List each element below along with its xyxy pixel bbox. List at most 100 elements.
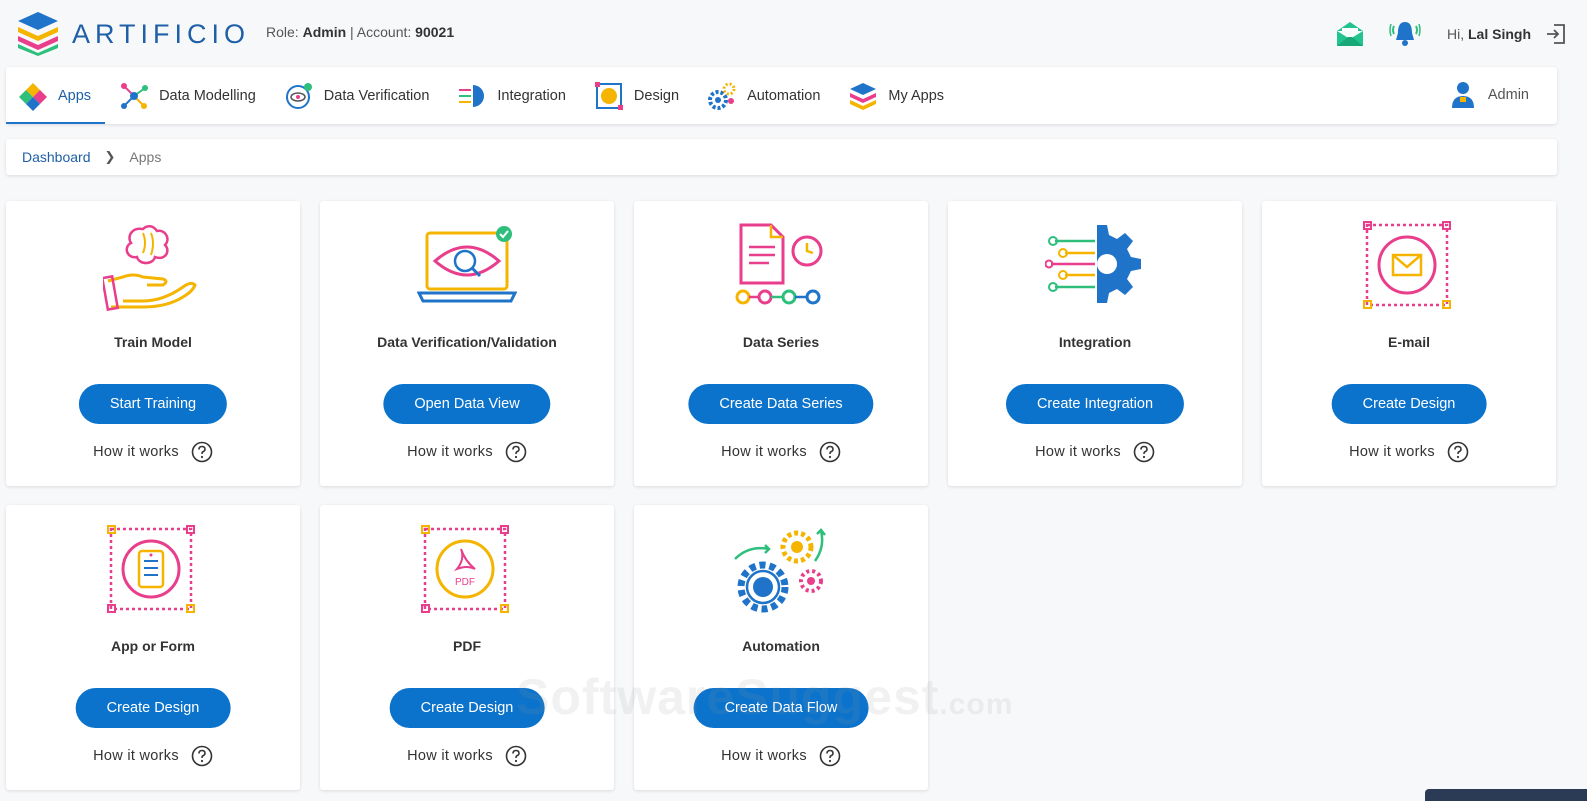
nav-item-integration[interactable]: Integration	[443, 67, 580, 124]
svg-text:PDF: PDF	[455, 577, 475, 588]
account-label: Account:	[356, 24, 412, 40]
app-card-email: E-mail Create Design How it works	[1262, 201, 1556, 486]
top-right-actions: Hi, Lal Singh	[1335, 18, 1567, 50]
card-title: E-mail	[1387, 334, 1430, 350]
admin-user-icon	[1451, 82, 1474, 108]
breadcrumb-dashboard[interactable]: Dashboard	[22, 149, 91, 165]
logout-icon[interactable]	[1545, 23, 1567, 45]
mail-icon[interactable]	[1335, 19, 1365, 49]
nav-label: Automation	[747, 87, 821, 104]
greeting-prefix: Hi,	[1446, 26, 1465, 42]
pdf-frame-icon: PDF	[421, 525, 509, 613]
how-it-works-link[interactable]: How it works	[1349, 444, 1435, 460]
how-it-works-row: How it works	[634, 441, 928, 463]
question-circle-icon[interactable]	[191, 745, 213, 767]
app-card-data-verification: Data Verification/Validation Open Data V…	[320, 201, 614, 486]
how-it-works-row: How it works	[320, 441, 614, 463]
apps-icon	[19, 82, 47, 111]
layers-logo-icon	[18, 12, 58, 56]
admin-label: Admin	[1487, 87, 1529, 103]
create-design-button[interactable]: Create Design	[389, 688, 545, 728]
account-value: 90021	[415, 24, 455, 40]
how-it-works-link[interactable]: How it works	[93, 444, 179, 460]
watermark-suffix: .com	[939, 688, 1014, 721]
data-verification-icon	[285, 82, 312, 109]
nav-label: Data Verification	[323, 87, 430, 104]
my-apps-icon	[850, 82, 877, 110]
role-value: Admin	[302, 24, 347, 40]
how-it-works-row: How it works	[6, 745, 300, 767]
role-account-info: Role: Admin | Account: 90021	[266, 24, 454, 40]
how-it-works-link[interactable]: How it works	[721, 748, 807, 764]
app-card-app-or-form: App or Form Create Design How it works	[6, 505, 300, 790]
how-it-works-row: How it works	[948, 441, 1242, 463]
app-card-automation: Automation Create Data Flow How it works	[634, 505, 928, 790]
how-it-works-link[interactable]: How it works	[93, 748, 179, 764]
nav-label: Data Modelling	[159, 87, 256, 104]
nav-item-apps[interactable]: Apps	[6, 67, 106, 124]
form-frame-icon	[107, 525, 195, 613]
question-circle-icon[interactable]	[1447, 441, 1469, 463]
start-training-button[interactable]: Start Training	[78, 384, 228, 424]
data-modelling-icon	[121, 82, 149, 109]
question-circle-icon[interactable]	[819, 441, 841, 463]
create-data-flow-button[interactable]: Create Data Flow	[693, 688, 869, 728]
role-separator: |	[350, 24, 354, 40]
app-card-train-model: Train Model Start Training How it works	[6, 201, 300, 486]
nav-item-data-modelling[interactable]: Data Modelling	[105, 67, 270, 124]
card-title: PDF	[453, 638, 481, 654]
nav-label: Design	[633, 87, 680, 104]
brain-hand-icon	[103, 225, 197, 311]
integration-icon	[459, 84, 485, 107]
how-it-works-link[interactable]: How it works	[407, 444, 493, 460]
breadcrumb: Dashboard ❯ Apps	[6, 139, 1557, 175]
nav-label: Apps	[58, 87, 92, 104]
how-it-works-link[interactable]: How it works	[1035, 444, 1121, 460]
main-nav: Apps Data Modelling Data Verification In…	[6, 67, 1557, 124]
brand-name: ARTIFICIO	[72, 18, 251, 49]
create-integration-button[interactable]: Create Integration	[1005, 384, 1185, 424]
how-it-works-row: How it works	[320, 745, 614, 767]
breadcrumb-current: Apps	[129, 149, 162, 165]
nav-item-design[interactable]: Design	[580, 67, 693, 124]
app-card-pdf: PDF PDF Create Design How it works	[320, 505, 614, 790]
question-circle-icon[interactable]	[191, 441, 213, 463]
question-circle-icon[interactable]	[1133, 441, 1155, 463]
how-it-works-row: How it works	[634, 745, 928, 767]
nav-label: Integration	[497, 87, 566, 104]
circuit-gear-icon	[1045, 225, 1141, 303]
envelope-frame-icon	[1363, 221, 1451, 309]
create-design-button[interactable]: Create Design	[75, 688, 231, 728]
nav-admin[interactable]: Admin	[1450, 80, 1529, 110]
app-card-data-series: Data Series Create Data Series How it wo…	[634, 201, 928, 486]
how-it-works-link[interactable]: How it works	[407, 748, 493, 764]
card-title: Data Series	[742, 334, 820, 350]
gears-icon	[734, 528, 826, 613]
brand-logo[interactable]: ARTIFICIO	[18, 12, 250, 56]
open-data-view-button[interactable]: Open Data View	[383, 384, 551, 424]
card-title: Data Verification/Validation	[377, 334, 557, 350]
design-icon	[594, 81, 623, 110]
nav-item-my-apps[interactable]: My Apps	[834, 67, 958, 124]
document-clock-icon	[735, 223, 823, 305]
question-circle-icon[interactable]	[505, 441, 527, 463]
card-title: App or Form	[111, 638, 195, 654]
role-label: Role:	[266, 24, 299, 40]
user-greeting[interactable]: Hi, Lal Singh	[1447, 26, 1531, 42]
nav-item-data-verification[interactable]: Data Verification	[270, 67, 444, 124]
how-it-works-link[interactable]: How it works	[721, 444, 807, 460]
question-circle-icon[interactable]	[819, 745, 841, 767]
create-data-series-button[interactable]: Create Data Series	[688, 384, 874, 424]
automation-icon	[708, 82, 736, 110]
user-name: Lal Singh	[1468, 26, 1531, 42]
chevron-right-icon: ❯	[104, 149, 116, 164]
create-design-button[interactable]: Create Design	[1331, 384, 1487, 424]
nav-item-automation[interactable]: Automation	[693, 67, 834, 124]
nav-label: My Apps	[888, 87, 945, 104]
question-circle-icon[interactable]	[505, 745, 527, 767]
card-title: Automation	[742, 638, 820, 654]
card-title: Train Model	[114, 334, 192, 350]
card-title: Integration	[1058, 334, 1132, 350]
bell-icon[interactable]	[1389, 18, 1421, 50]
how-it-works-row: How it works	[1262, 441, 1556, 463]
